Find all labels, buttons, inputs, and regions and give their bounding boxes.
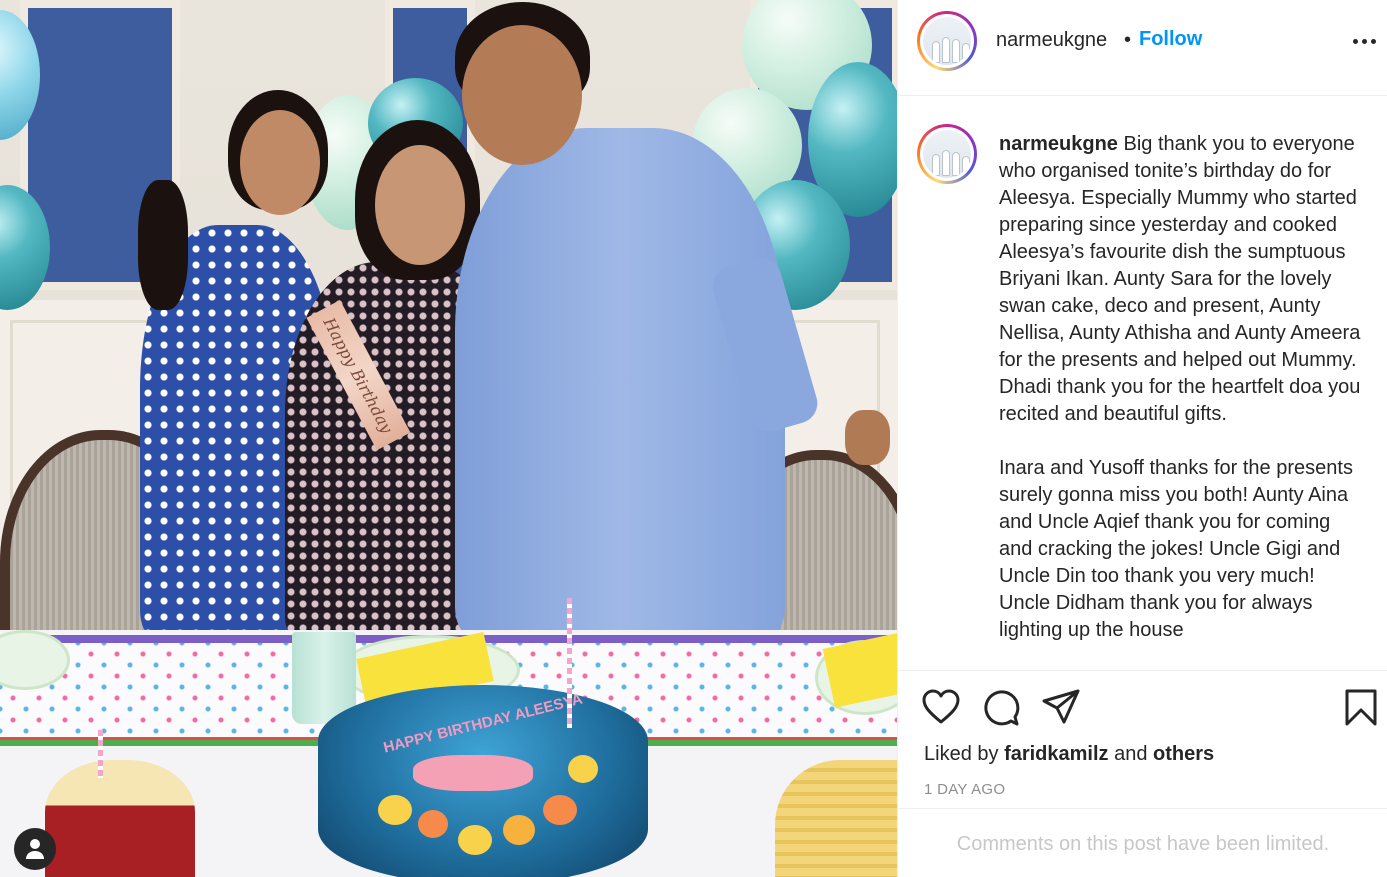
comments-limited-notice: Comments on this post have been limited.: [898, 808, 1387, 877]
bookmark-icon: [1345, 689, 1377, 726]
header-separator: •: [1124, 29, 1132, 51]
post-photo[interactable]: Happy Birthday HAPPY BIRTHDAY ALEESYA: [0, 0, 897, 877]
post-timestamp[interactable]: 1 DAY AGO: [924, 781, 1005, 798]
like-button[interactable]: [922, 689, 960, 730]
red-velvet-cake: [45, 760, 195, 877]
candle: [567, 598, 572, 728]
comment-icon: [984, 690, 1020, 726]
follow-button[interactable]: Follow: [1139, 28, 1202, 51]
comment-button[interactable]: [982, 689, 1020, 732]
heart-icon: [922, 689, 960, 724]
post-actions: Liked by faridkamilz and others 1 DAY AG…: [898, 670, 1387, 877]
post-side-panel: narmeukgne • Follow narmeukgne Big thank…: [897, 0, 1387, 877]
post-caption: narmeukgne Big thank you to everyone who…: [999, 131, 1369, 644]
hand: [845, 410, 890, 465]
save-button[interactable]: [1344, 689, 1378, 732]
user-icon: [26, 839, 44, 859]
candle: [98, 730, 103, 778]
header-username[interactable]: narmeukgne: [996, 29, 1107, 52]
caption-username[interactable]: narmeukgne: [999, 133, 1118, 155]
caption-area[interactable]: narmeukgne Big thank you to everyone who…: [898, 96, 1387, 670]
flamingo-cake: HAPPY BIRTHDAY ALEESYA: [318, 685, 648, 877]
post-header: narmeukgne • Follow: [898, 0, 1387, 96]
liked-by-user[interactable]: faridkamilz: [1004, 743, 1108, 765]
avatar[interactable]: [917, 11, 977, 71]
liked-by-and: and: [1108, 743, 1154, 765]
share-icon: [1042, 689, 1080, 724]
more-icon[interactable]: [1353, 38, 1377, 46]
liked-by-others[interactable]: others: [1153, 743, 1214, 765]
likes-line: Liked by faridkamilz and others: [924, 743, 1214, 766]
caption-text: Big thank you to everyone who organised …: [999, 133, 1361, 641]
tagged-user-button[interactable]: [14, 828, 56, 870]
liked-by-prefix: Liked by: [924, 743, 1005, 765]
caption-avatar[interactable]: [917, 124, 977, 184]
share-button[interactable]: [1042, 689, 1080, 730]
